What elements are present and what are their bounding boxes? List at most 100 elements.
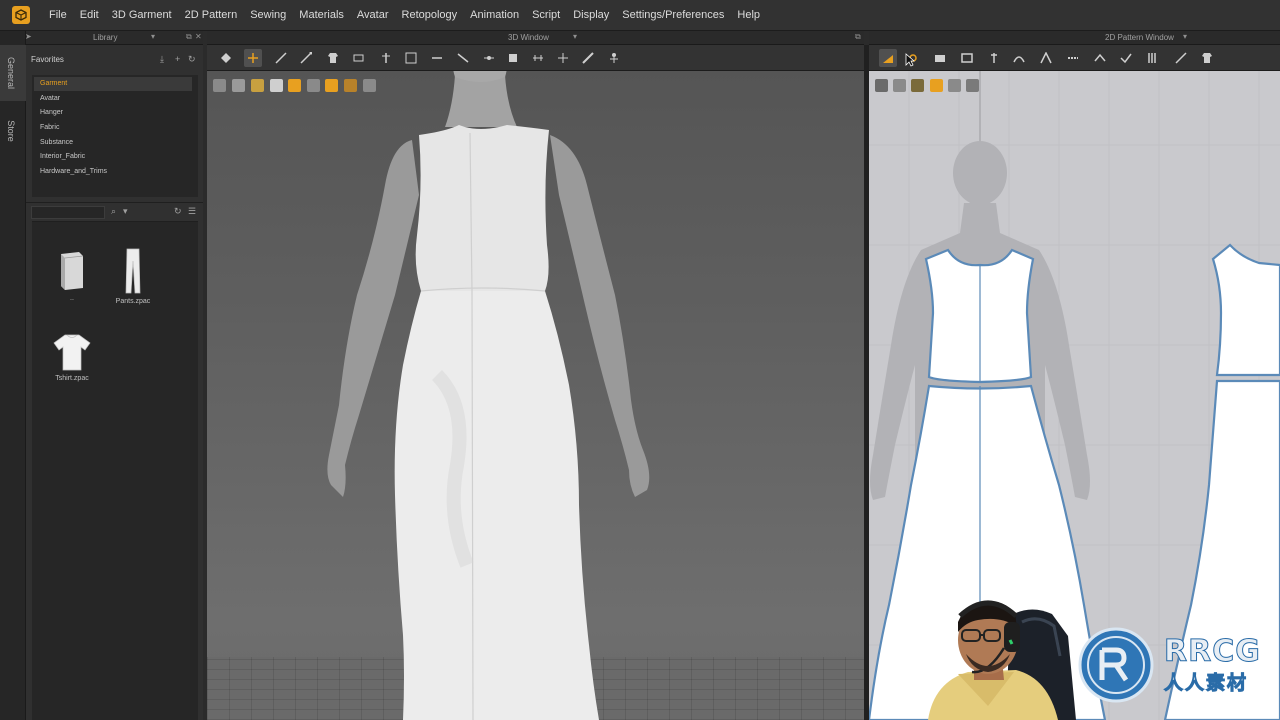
fold-icon[interactable] bbox=[350, 49, 368, 67]
download-icon[interactable]: ⤓ bbox=[160, 54, 164, 65]
avatar-with-dress[interactable] bbox=[207, 45, 864, 720]
watermark: RRCG 人人素材 bbox=[1076, 626, 1280, 704]
fold-arrange-icon[interactable] bbox=[428, 49, 446, 67]
hanger-view-icon[interactable] bbox=[307, 79, 320, 92]
measure-icon[interactable] bbox=[529, 49, 547, 67]
rectangle-icon[interactable] bbox=[958, 49, 976, 67]
3d-window[interactable] bbox=[207, 45, 864, 720]
favorite-item-hardware-and-trims[interactable]: Hardware_and_Trims bbox=[34, 165, 192, 179]
avatar-skin-icon[interactable] bbox=[325, 79, 338, 92]
export-2d-icon[interactable] bbox=[966, 79, 979, 92]
transform-pattern-icon[interactable] bbox=[879, 49, 897, 67]
stitch-icon[interactable] bbox=[402, 49, 420, 67]
curve-point-icon[interactable] bbox=[1010, 49, 1028, 67]
edit-curve-icon[interactable] bbox=[272, 49, 290, 67]
menu-materials[interactable]: Materials bbox=[294, 9, 349, 21]
favorite-item-garment[interactable]: Garment bbox=[34, 77, 192, 91]
file-tile-tshirt[interactable]: Tshirt.zpac bbox=[42, 332, 102, 404]
select-tool-icon[interactable] bbox=[217, 49, 235, 67]
menu-help[interactable]: Help bbox=[732, 9, 765, 21]
avatar-2d-icon[interactable] bbox=[930, 79, 943, 92]
window3d-dropdown-icon[interactable]: ▾ bbox=[573, 32, 577, 41]
favorite-item-hanger[interactable]: Hanger bbox=[34, 106, 192, 120]
transform-icon[interactable] bbox=[554, 49, 572, 67]
file-tile-pants[interactable]: Pants.zpac bbox=[103, 247, 163, 319]
tape-icon[interactable] bbox=[454, 49, 472, 67]
simulation-icon[interactable] bbox=[213, 79, 226, 92]
avatar-view-icon[interactable] bbox=[270, 79, 283, 92]
edit-line-icon[interactable] bbox=[297, 49, 315, 67]
menu-3d-garment[interactable]: 3D Garment bbox=[107, 9, 177, 21]
menu-file[interactable]: File bbox=[44, 9, 72, 21]
watermark-subtitle: 人人素材 bbox=[1163, 672, 1249, 695]
window3d-float-icon[interactable]: ⧉ bbox=[855, 32, 861, 42]
menu-script[interactable]: Script bbox=[527, 9, 565, 21]
menu-settings[interactable]: Settings/Preferences bbox=[617, 9, 729, 21]
back-bodice-pattern bbox=[1211, 243, 1280, 377]
pleats-icon[interactable] bbox=[1144, 49, 1162, 67]
favorite-item-fabric[interactable]: Fabric bbox=[34, 121, 192, 135]
tab-store[interactable]: Store bbox=[0, 103, 26, 159]
garment-view-icon[interactable] bbox=[232, 79, 245, 92]
trace-icon[interactable] bbox=[1172, 49, 1190, 67]
texture-view-icon[interactable] bbox=[251, 79, 264, 92]
garment-shirt-icon[interactable] bbox=[1198, 49, 1216, 67]
library-dropdown-icon[interactable]: ▾ bbox=[151, 32, 155, 41]
free-sewing-icon[interactable] bbox=[1091, 49, 1109, 67]
hair-icon[interactable] bbox=[344, 79, 357, 92]
list-view-icon[interactable]: ☰ bbox=[188, 206, 196, 217]
menu-animation[interactable]: Animation bbox=[465, 9, 524, 21]
tab-general[interactable]: General bbox=[0, 45, 26, 101]
export-icon[interactable] bbox=[363, 79, 376, 92]
favorite-item-avatar[interactable]: Avatar bbox=[34, 92, 192, 106]
side-tab-bar: General Store bbox=[0, 31, 26, 720]
brush-icon[interactable] bbox=[579, 49, 597, 67]
favorites-list: Garment Avatar Hanger Fabric Substance I… bbox=[32, 75, 198, 197]
favorite-item-interior-fabric[interactable]: Interior_Fabric bbox=[34, 150, 192, 164]
library-search-input[interactable] bbox=[31, 206, 105, 219]
library-title: Library bbox=[93, 33, 118, 42]
neck bbox=[445, 75, 517, 127]
line-view-icon[interactable] bbox=[893, 79, 906, 92]
file-label: Tshirt.zpac bbox=[55, 375, 89, 382]
character-icon[interactable] bbox=[605, 49, 623, 67]
pin-icon[interactable] bbox=[377, 49, 395, 67]
layer-icon[interactable] bbox=[504, 49, 522, 67]
library-close-icon[interactable]: ✕ bbox=[195, 32, 202, 41]
grade-icon[interactable] bbox=[948, 79, 961, 92]
garment-icon[interactable] bbox=[324, 49, 342, 67]
app-logo-icon[interactable] bbox=[12, 6, 30, 24]
search-dropdown-icon[interactable]: ▾ bbox=[123, 206, 128, 217]
pants-icon bbox=[125, 248, 141, 294]
tshirt-icon bbox=[53, 334, 91, 371]
menu-edit[interactable]: Edit bbox=[75, 9, 104, 21]
dart-icon[interactable] bbox=[1037, 49, 1055, 67]
check-sewing-icon[interactable] bbox=[1117, 49, 1135, 67]
window2d-title: 2D Pattern Window bbox=[1105, 33, 1174, 42]
menu-2d-pattern[interactable]: 2D Pattern bbox=[180, 9, 243, 21]
add-icon[interactable]: + bbox=[175, 54, 180, 64]
3d-toolbar bbox=[207, 45, 864, 71]
segment-sewing-icon[interactable] bbox=[1064, 49, 1082, 67]
menu-sewing[interactable]: Sewing bbox=[245, 9, 291, 21]
window2d-dropdown-icon[interactable]: ▾ bbox=[1183, 32, 1187, 41]
refresh-icon[interactable]: ↻ bbox=[188, 54, 196, 65]
app-window: File Edit 3D Garment 2D Pattern Sewing M… bbox=[0, 0, 1280, 720]
move-tool-icon[interactable] bbox=[244, 49, 262, 67]
highlight-icon[interactable] bbox=[288, 79, 301, 92]
pattern-view-icon[interactable] bbox=[875, 79, 888, 92]
window2d-title-bar: 2D Pattern Window ▾ bbox=[869, 31, 1280, 45]
collapse-arrow-icon[interactable]: ➤ bbox=[25, 32, 32, 41]
menu-display[interactable]: Display bbox=[568, 9, 614, 21]
menu-retopology[interactable]: Retopology bbox=[397, 9, 463, 21]
search-icon[interactable]: ⌕ bbox=[111, 206, 116, 217]
library-refresh-icon[interactable]: ↻ bbox=[174, 206, 182, 217]
favorite-item-substance[interactable]: Substance bbox=[34, 136, 192, 150]
weld-icon[interactable] bbox=[480, 49, 498, 67]
file-tile-parent-folder[interactable]: .. bbox=[42, 250, 102, 322]
internal-line-icon[interactable] bbox=[985, 49, 1003, 67]
texture-2d-icon[interactable] bbox=[911, 79, 924, 92]
polygon-icon[interactable] bbox=[931, 49, 949, 67]
library-float-icon[interactable]: ⧉ bbox=[186, 32, 192, 42]
menu-avatar[interactable]: Avatar bbox=[352, 9, 394, 21]
